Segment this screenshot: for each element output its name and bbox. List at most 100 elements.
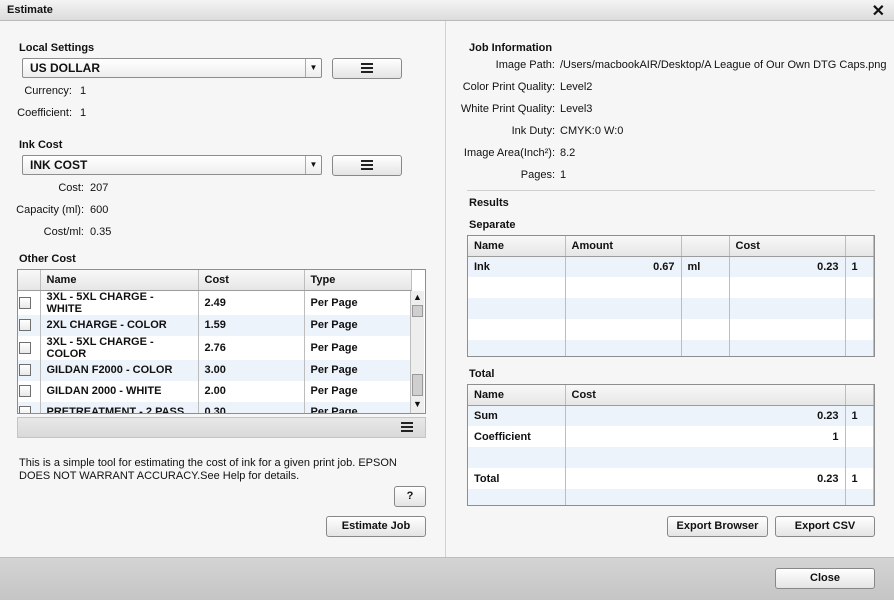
ink-duty-label: Ink Duty:	[511, 125, 555, 137]
column-header-cost[interactable]: Cost	[729, 236, 846, 257]
row-extra	[845, 426, 874, 447]
right-panel: Job Information Image Path: /Users/macbo…	[447, 21, 894, 557]
table-row	[468, 447, 874, 468]
coefficient-value: 1	[80, 107, 87, 119]
image-path-label: Image Path:	[495, 59, 555, 71]
divider	[467, 190, 875, 191]
estimate-job-button[interactable]: Estimate Job	[326, 516, 426, 537]
help-button[interactable]: ?	[394, 486, 426, 507]
column-header-extra[interactable]	[845, 385, 874, 406]
row-name: GILDAN F2000 - COLOR	[40, 359, 199, 381]
estimate-window: Estimate ✕ Local Settings US DOLLAR ▼ Cu…	[0, 0, 894, 600]
row-extra: 1	[845, 256, 874, 277]
row-name	[468, 447, 566, 468]
table-row[interactable]: 2XL CHARGE - COLOR 1.59 Per Page	[18, 314, 412, 336]
row-type: Per Page	[304, 359, 412, 381]
table-row[interactable]: Coefficient 1	[468, 426, 874, 447]
row-checkbox[interactable]	[19, 364, 31, 377]
column-header-name[interactable]: Name	[40, 270, 199, 291]
column-header-extra[interactable]	[845, 236, 874, 257]
row-checkbox[interactable]	[19, 296, 31, 309]
row-cost: 0.23	[729, 256, 846, 277]
color-quality-value: Level2	[560, 81, 593, 93]
currency-value: 1	[80, 85, 87, 97]
row-checkbox[interactable]	[19, 385, 31, 398]
close-icon[interactable]: ✕	[872, 1, 885, 21]
left-panel: Local Settings US DOLLAR ▼ Currency: 1 C…	[0, 21, 446, 557]
white-quality-value: Level3	[560, 103, 593, 115]
row-extra: 1	[845, 468, 874, 489]
vertical-scrollbar[interactable]: ▲ ▼	[410, 291, 424, 413]
table-row[interactable]: 3XL - 5XL CHARGE - COLOR 2.76 Per Page	[18, 335, 412, 360]
currency-select[interactable]: US DOLLAR ▼	[22, 58, 322, 78]
disclaimer-text: This is a simple tool for estimating the…	[19, 457, 397, 482]
column-header-name[interactable]: Name	[468, 385, 566, 406]
row-cost: 0.23	[565, 468, 846, 489]
table-row	[468, 340, 874, 356]
row-name: Total	[468, 468, 566, 489]
table-row	[468, 489, 874, 505]
row-extra	[845, 447, 874, 468]
table-row	[468, 277, 874, 298]
column-header-amount[interactable]: Amount	[565, 236, 682, 257]
list-icon	[401, 422, 413, 432]
table-row[interactable]: PRETREATMENT - 2 PASS 0.30 Per Page	[18, 401, 412, 413]
table-row[interactable]: GILDAN 2000 - WHITE 2.00 Per Page	[18, 380, 412, 402]
column-header-type[interactable]: Type	[304, 270, 412, 291]
close-button[interactable]: Close	[775, 568, 875, 589]
color-quality-label: Color Print Quality:	[462, 81, 555, 93]
scroll-thumb-lower[interactable]	[412, 374, 423, 396]
row-name: GILDAN 2000 - WHITE	[40, 380, 199, 402]
ink-cost-list-button[interactable]	[332, 155, 402, 176]
row-type: Per Page	[304, 290, 412, 315]
scroll-down-icon[interactable]: ▼	[412, 399, 423, 411]
column-header-unit[interactable]	[681, 236, 730, 257]
export-csv-button[interactable]: Export CSV	[775, 516, 875, 537]
column-header-cost[interactable]: Cost	[198, 270, 305, 291]
table-row[interactable]: GILDAN F2000 - COLOR 3.00 Per Page	[18, 359, 412, 381]
column-header-cost[interactable]: Cost	[565, 385, 846, 406]
costml-value: 0.35	[90, 226, 112, 238]
row-checkbox[interactable]	[19, 319, 31, 332]
table-row[interactable]: 3XL - 5XL CHARGE - WHITE 2.49 Per Page	[18, 290, 412, 315]
total-heading: Total	[469, 368, 495, 380]
row-cost: 2.76	[198, 335, 305, 360]
row-cost: 3.00	[198, 359, 305, 381]
list-icon	[361, 63, 373, 73]
total-table: Name Cost Sum 0.23 1 Coefficient 1 Total…	[467, 384, 875, 506]
scroll-up-icon[interactable]: ▲	[412, 292, 423, 304]
currency-list-button[interactable]	[332, 58, 402, 79]
row-cost	[565, 447, 846, 468]
other-cost-table: Name Cost Type 3XL - 5XL CHARGE - WHITE …	[17, 269, 426, 414]
image-path-value: /Users/macbookAIR/Desktop/A League of Ou…	[560, 59, 887, 71]
row-cost: 2.00	[198, 380, 305, 402]
row-checkbox[interactable]	[19, 341, 31, 354]
export-browser-button[interactable]: Export Browser	[667, 516, 768, 537]
costml-label: Cost/ml:	[43, 226, 84, 238]
cost-label: Cost:	[58, 182, 84, 194]
ink-cost-select[interactable]: INK COST ▼	[22, 155, 322, 175]
row-type: Per Page	[304, 380, 412, 402]
row-amount: 0.67	[565, 256, 682, 277]
ink-cost-heading: Ink Cost	[19, 139, 63, 151]
image-area-value: 8.2	[560, 147, 576, 159]
currency-select-value: US DOLLAR	[30, 61, 100, 75]
row-cost: 0.23	[565, 405, 846, 426]
row-checkbox[interactable]	[19, 406, 31, 413]
row-type: Per Page	[304, 401, 412, 413]
scroll-thumb[interactable]	[412, 305, 423, 317]
white-quality-label: White Print Quality:	[460, 103, 555, 115]
footer-bar: Close	[0, 557, 894, 600]
other-cost-list-button[interactable]	[401, 421, 413, 433]
job-info-heading: Job Information	[469, 42, 553, 54]
row-name: Sum	[468, 405, 566, 426]
pages-label: Pages:	[520, 169, 555, 181]
row-cost: 2.49	[198, 290, 305, 315]
table-row[interactable]: Total 0.23 1	[468, 468, 874, 489]
separate-table: Name Amount Cost Ink 0.67 ml 0.23 1	[467, 235, 875, 357]
table-row[interactable]: Sum 0.23 1	[468, 405, 874, 426]
table-row[interactable]: Ink 0.67 ml 0.23 1	[468, 256, 874, 277]
other-cost-heading: Other Cost	[19, 253, 76, 265]
cost-value: 207	[90, 182, 109, 194]
column-header-name[interactable]: Name	[468, 236, 566, 257]
